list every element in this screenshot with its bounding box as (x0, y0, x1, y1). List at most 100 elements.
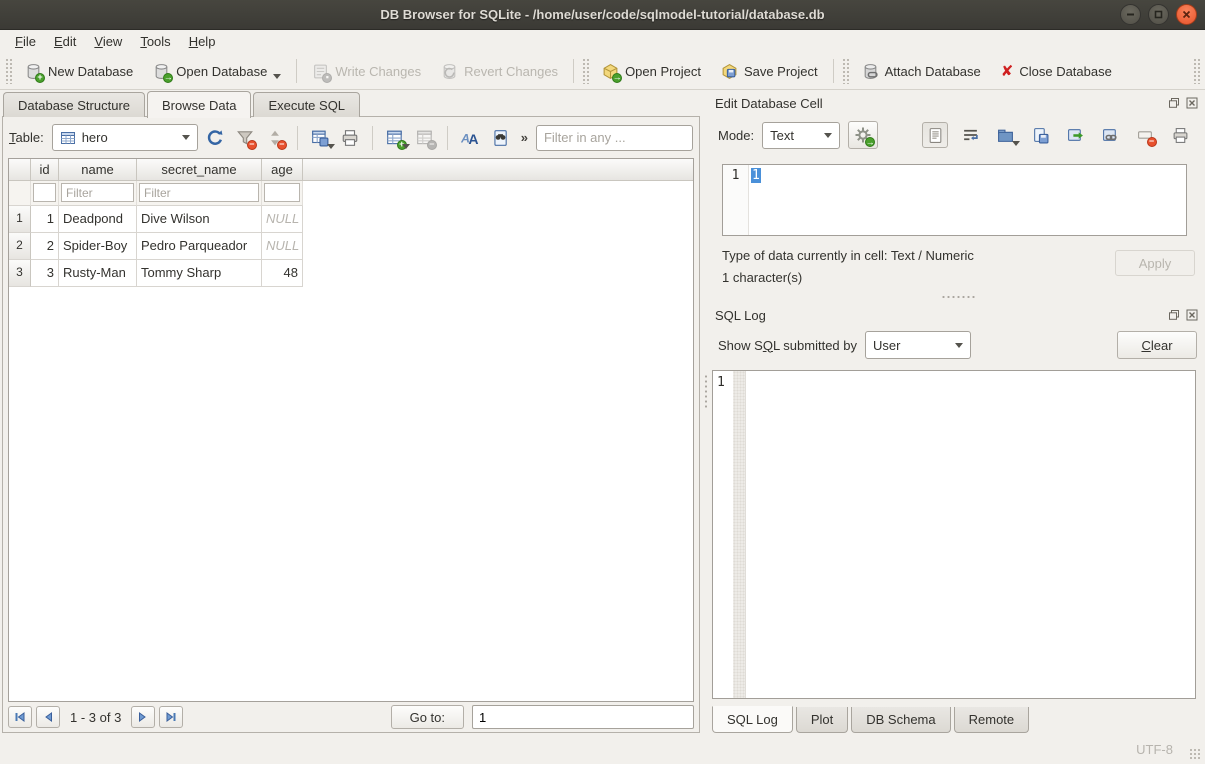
open-external-button[interactable] (1062, 122, 1088, 148)
sql-log-editor[interactable]: 1 (712, 370, 1196, 699)
tab-execute-sql[interactable]: Execute SQL (253, 92, 360, 117)
new-database-button[interactable]: + New Database (15, 58, 143, 85)
tab-db-schema[interactable]: DB Schema (851, 707, 950, 733)
grid-cell[interactable]: 48 (262, 260, 303, 287)
filter-age-input[interactable] (264, 183, 300, 202)
grid-cell[interactable]: Rusty-Man (59, 260, 137, 287)
set-null-icon: − (1137, 127, 1154, 144)
column-header-name[interactable]: name (59, 159, 137, 181)
menu-view[interactable]: View (85, 32, 131, 51)
toolbar-grip[interactable] (1193, 58, 1200, 84)
first-record-button[interactable] (8, 706, 32, 728)
grid-cell[interactable]: Deadpond (59, 206, 137, 233)
filter-name-input[interactable] (61, 183, 134, 202)
auto-apply-button[interactable]: → (848, 121, 878, 149)
grid-cell[interactable]: Tommy Sharp (137, 260, 262, 287)
row-number[interactable]: 3 (9, 260, 31, 287)
table-select[interactable]: hero (52, 124, 198, 151)
titlebar[interactable]: DB Browser for SQLite - /home/user/code/… (0, 0, 1205, 30)
close-button[interactable] (1176, 4, 1197, 25)
previous-record-button[interactable] (36, 706, 60, 728)
print-button[interactable] (337, 125, 363, 151)
filter-any-input[interactable] (536, 125, 693, 151)
row-number[interactable]: 1 (9, 206, 31, 233)
grid-cell[interactable]: Spider-Boy (59, 233, 137, 260)
chevron-down-icon (273, 63, 281, 80)
insert-record-button[interactable]: + (382, 125, 408, 151)
grid-cell[interactable]: Pedro Parqueador (137, 233, 262, 260)
dock-splitter[interactable] (710, 292, 1205, 302)
panel-splitter[interactable] (702, 90, 710, 735)
copy-link-button[interactable] (1097, 122, 1123, 148)
goto-button[interactable]: Go to: (391, 705, 464, 729)
word-wrap-button[interactable] (957, 122, 983, 148)
filter-id-input[interactable] (33, 183, 56, 202)
attach-database-button[interactable]: Attach Database (852, 58, 991, 85)
tab-plot[interactable]: Plot (796, 707, 848, 733)
open-folder-icon (997, 127, 1014, 144)
grid-cell[interactable]: NULL (262, 233, 303, 260)
print-cell-button[interactable] (1167, 122, 1193, 148)
left-panel: Database Structure Browse Data Execute S… (0, 90, 702, 735)
edit-display-format-button[interactable]: AA (457, 125, 483, 151)
grid-corner[interactable] (9, 159, 31, 181)
tab-database-structure[interactable]: Database Structure (3, 92, 145, 117)
clear-log-button[interactable]: Clear (1117, 331, 1197, 359)
revert-changes-button: Revert Changes (431, 58, 568, 85)
sql-source-select[interactable]: User (865, 331, 971, 359)
filter-secret-name-input[interactable] (139, 183, 259, 202)
menu-edit[interactable]: Edit (45, 32, 85, 51)
tab-remote[interactable]: Remote (954, 707, 1030, 733)
minimize-button[interactable] (1120, 4, 1141, 25)
right-panel: Edit Database Cell Mode: Text → (710, 90, 1205, 735)
refresh-button[interactable] (202, 125, 228, 151)
toolbar-overflow-button[interactable]: » (517, 130, 532, 145)
toolbar-grip[interactable] (582, 58, 589, 84)
close-database-button[interactable]: ✘ Close Database (991, 59, 1122, 84)
save-table-button[interactable] (307, 125, 333, 151)
toolbar-grip[interactable] (842, 58, 849, 84)
text-mode-button[interactable] (922, 122, 948, 148)
column-header-secret-name[interactable]: secret_name (137, 159, 262, 181)
set-null-button[interactable]: − (1132, 122, 1158, 148)
export-cell-button[interactable] (1027, 122, 1053, 148)
menu-file[interactable]: File (6, 32, 45, 51)
grid-header-row: id name secret_name age (9, 159, 693, 181)
clear-sorting-button[interactable]: − (262, 125, 288, 151)
last-record-button[interactable] (159, 706, 183, 728)
float-dock-button[interactable] (1167, 96, 1181, 110)
save-project-button[interactable]: Save Project (711, 58, 828, 85)
clear-filters-button[interactable]: − (232, 125, 258, 151)
find-in-cells-button[interactable] (487, 125, 513, 151)
float-dock-button[interactable] (1167, 308, 1181, 322)
grid-cell[interactable]: 2 (31, 233, 59, 260)
close-dock-button[interactable] (1185, 96, 1199, 110)
mode-select[interactable]: Text (762, 122, 840, 149)
show-sql-label: Show SQL submitted by (718, 338, 857, 353)
database-open-icon: → (153, 63, 170, 80)
chevron-down-icon (182, 135, 190, 140)
tab-browse-data[interactable]: Browse Data (147, 91, 251, 118)
close-dock-button[interactable] (1185, 308, 1199, 322)
grid-cell[interactable]: Dive Wilson (137, 206, 262, 233)
revert-changes-icon (441, 63, 458, 80)
open-project-button[interactable]: → Open Project (592, 58, 711, 85)
record-range-text: 1 - 3 of 3 (64, 710, 127, 725)
column-header-id[interactable]: id (31, 159, 59, 181)
grid-cell[interactable]: 1 (31, 206, 59, 233)
menu-help[interactable]: Help (180, 32, 225, 51)
column-header-age[interactable]: age (262, 159, 303, 181)
next-record-button[interactable] (131, 706, 155, 728)
import-cell-button[interactable] (992, 122, 1018, 148)
toolbar-grip[interactable] (5, 58, 12, 84)
menu-tools[interactable]: Tools (131, 32, 179, 51)
tab-sql-log[interactable]: SQL Log (712, 706, 793, 733)
maximize-button[interactable] (1148, 4, 1169, 25)
grid-cell[interactable]: 3 (31, 260, 59, 287)
grid-cell[interactable]: NULL (262, 206, 303, 233)
goto-input[interactable] (472, 705, 694, 729)
open-database-button[interactable]: → Open Database (143, 58, 291, 85)
resize-grip[interactable] (1189, 748, 1202, 761)
row-number[interactable]: 2 (9, 233, 31, 260)
cell-editor[interactable]: 1 1 (722, 164, 1187, 236)
